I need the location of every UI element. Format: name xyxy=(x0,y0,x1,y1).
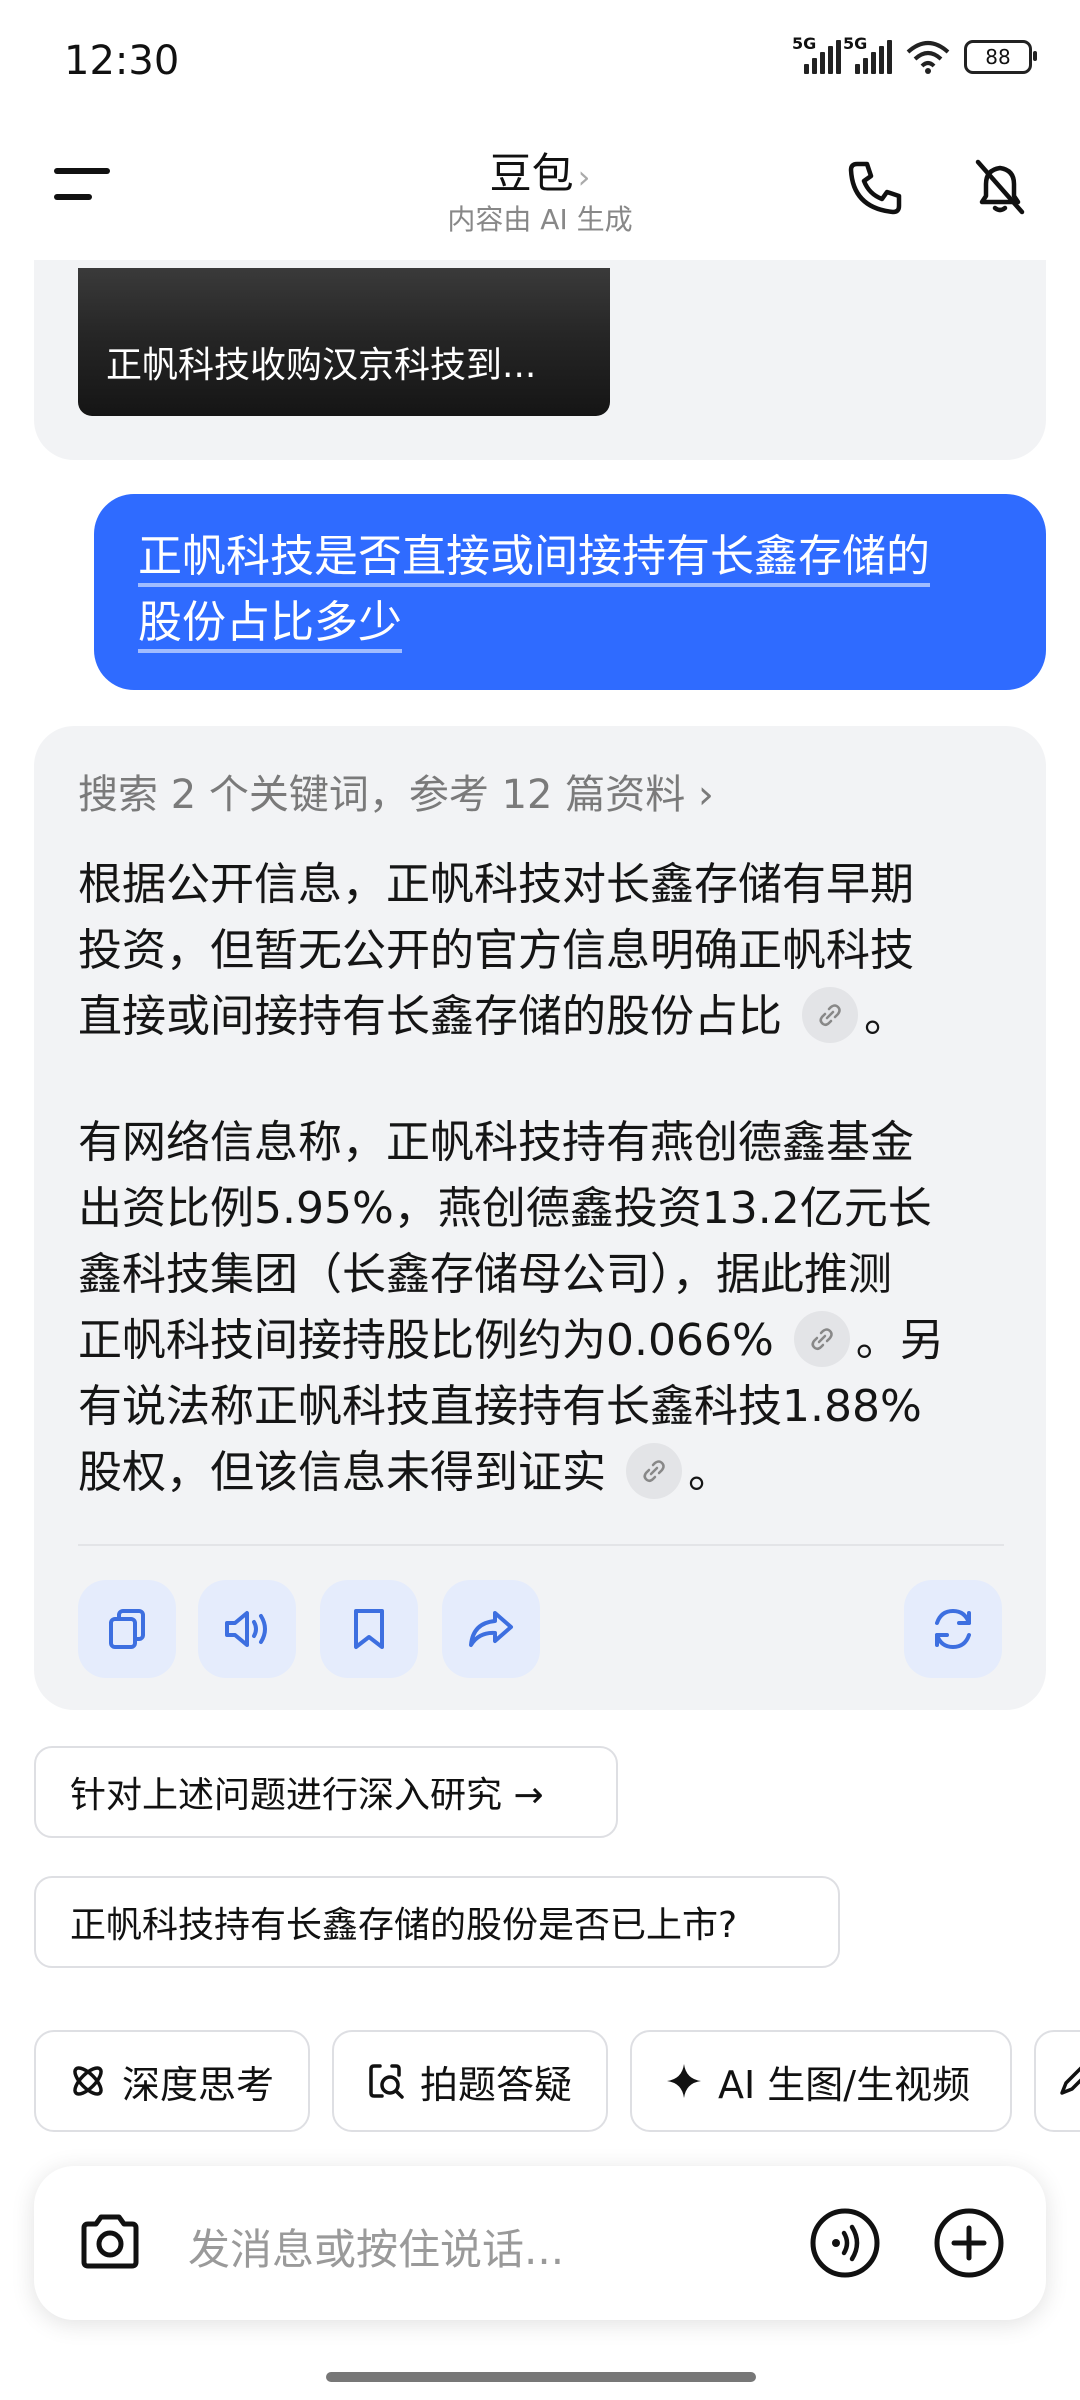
mode-photo-question[interactable]: 拍题答疑 xyxy=(332,2030,608,2132)
status-icons: 5G 5G 88 xyxy=(792,34,1037,74)
mute-icon[interactable] xyxy=(968,154,1032,218)
user-message-line: 正帆科技是否直接或间接持有长鑫存储的 xyxy=(138,531,930,582)
user-message-bubble[interactable]: 正帆科技是否直接或间接持有长鑫存储的 股份占比多少 xyxy=(94,494,1046,690)
atom-icon xyxy=(73,2066,103,2096)
answer-text: 直接或间接持有长鑫存储的股份占比 xyxy=(78,991,782,1042)
answer-line: 有说法称正帆科技直接持有长鑫科技1.88% xyxy=(78,1381,922,1432)
pen-icon xyxy=(1060,2066,1080,2095)
answer-line: 投资，但暂无公开的官方信息明确正帆科技 xyxy=(78,925,914,976)
page-title[interactable]: 豆包 › xyxy=(0,140,1080,201)
reference-link-icon[interactable] xyxy=(793,1311,850,1367)
suggestion-question[interactable]: 正帆科技持有长鑫存储的股份是否已上市? xyxy=(34,1876,840,1968)
network-type-label: 5G xyxy=(843,34,868,53)
regenerate-button[interactable] xyxy=(904,1580,1002,1678)
network-type-label: 5G xyxy=(792,34,817,53)
share-icon xyxy=(469,1611,513,1647)
camera-icon[interactable] xyxy=(76,2212,144,2272)
mode-ai-image-video[interactable]: AI 生图/生视频 xyxy=(630,2030,1012,2132)
mode-deep-think[interactable]: 深度思考 xyxy=(34,2030,310,2132)
signal-icon: 5G xyxy=(792,34,841,74)
reference-link-icon[interactable] xyxy=(802,987,858,1043)
mode-label: 拍题答疑 xyxy=(420,2062,573,2107)
wifi-icon xyxy=(906,41,950,74)
voice-input-icon[interactable] xyxy=(808,2206,882,2280)
signal-icon: 5G xyxy=(843,34,892,74)
message-input[interactable]: 发消息或按住说话... xyxy=(188,2216,564,2277)
answer-line: 股权，但该信息未得到证实 。 xyxy=(78,1440,1008,1506)
answer-text: 。另 xyxy=(855,1315,944,1366)
phone-icon[interactable] xyxy=(845,158,905,218)
copy-button[interactable] xyxy=(78,1580,176,1678)
answer-text: 。 xyxy=(688,1447,732,1498)
user-message-line: 股份占比多少 xyxy=(138,597,402,648)
scan-question-icon xyxy=(369,2064,404,2099)
search-summary-link[interactable]: 搜索 2 个关键词，参考 12 篇资料 › xyxy=(78,762,714,820)
battery-icon: 88 xyxy=(964,40,1037,74)
bookmark-icon xyxy=(354,1609,384,1649)
answer-line: 出资比例5.95%，燕创德鑫投资13.2亿元长 xyxy=(78,1183,932,1234)
speaker-icon xyxy=(225,1611,267,1647)
article-thumbnail[interactable]: 正帆科技收购汉京科技到... xyxy=(78,268,610,416)
sparkle-icon xyxy=(667,2064,701,2098)
answer-line: 根据公开信息，正帆科技对长鑫存储有早期 xyxy=(78,859,914,910)
suggestion-deep-research[interactable]: 针对上述问题进行深入研究 → xyxy=(34,1746,618,1838)
chevron-right-icon: › xyxy=(577,158,591,196)
share-button[interactable] xyxy=(442,1580,540,1678)
answer-paragraph-2: 有网络信息称，正帆科技持有燕创德鑫基金 出资比例5.95%，燕创德鑫投资13.2… xyxy=(78,1110,1008,1506)
mode-more-partial[interactable] xyxy=(1034,2030,1080,2132)
thumbnail-caption: 正帆科技收购汉京科技到... xyxy=(106,345,537,386)
answer-text: 正帆科技间接持股比例约为0.066% xyxy=(78,1315,774,1366)
home-indicator[interactable] xyxy=(326,2372,756,2382)
answer-line: 正帆科技间接持股比例约为0.066% 。另 xyxy=(78,1308,1008,1374)
copy-icon xyxy=(109,1609,145,1649)
regenerate-icon xyxy=(935,1608,971,1650)
status-time: 12:30 xyxy=(64,38,180,84)
mode-label: 深度思考 xyxy=(122,2062,275,2107)
add-icon[interactable] xyxy=(932,2206,1006,2280)
mode-label: AI 生图/生视频 xyxy=(718,2062,971,2107)
reference-link-icon[interactable] xyxy=(626,1443,682,1499)
answer-paragraph-1: 根据公开信息，正帆科技对长鑫存储有早期 投资，但暂无公开的官方信息明确正帆科技 … xyxy=(78,852,1008,1050)
answer-text: 。 xyxy=(864,991,908,1042)
divider xyxy=(78,1544,1004,1546)
answer-line: 鑫科技集团（长鑫存储母公司），据此推测 xyxy=(78,1249,892,1300)
bookmark-button[interactable] xyxy=(320,1580,418,1678)
read-aloud-button[interactable] xyxy=(198,1580,296,1678)
answer-text: 股权，但该信息未得到证实 xyxy=(78,1447,606,1498)
answer-line: 直接或间接持有长鑫存储的股份占比 。 xyxy=(78,984,1008,1050)
answer-line: 有网络信息称，正帆科技持有燕创德鑫基金 xyxy=(78,1117,914,1168)
page-subtitle: 内容由 AI 生成 xyxy=(447,203,633,236)
